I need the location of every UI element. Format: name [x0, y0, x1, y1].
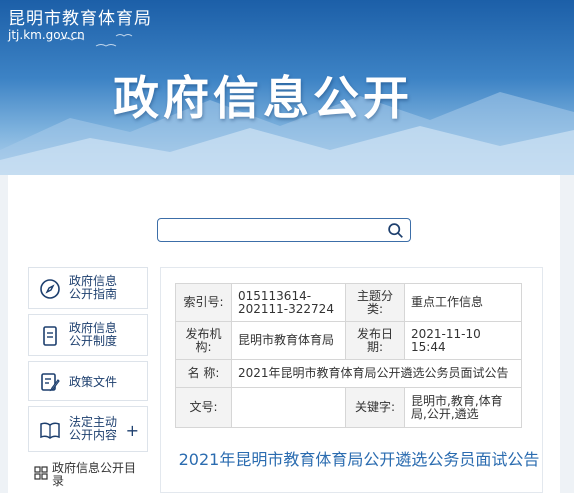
sidebar-item-mandatory-disclosure[interactable]: 法定主动公开内容 + — [28, 406, 148, 452]
sidebar-item-policy-files[interactable]: 政策文件 — [28, 361, 148, 401]
org-value: 昆明市教育体育局 — [231, 321, 346, 360]
search-icon[interactable] — [387, 222, 404, 239]
sidebar-item-catalog[interactable]: 政府信息公开目录 — [28, 456, 148, 493]
search-input[interactable] — [164, 221, 378, 241]
sidebar-item-label: 政府信息公开指南 — [69, 274, 118, 301]
subject-value: 重点工作信息 — [404, 283, 522, 322]
document-title: 2021年昆明市教育体育局公开遴选公务员面试公告 — [178, 450, 540, 469]
site-url[interactable]: jtj.km.gov.cn — [8, 28, 85, 42]
docno-value — [231, 387, 346, 428]
subject-label: 主题分类: — [345, 283, 405, 322]
sidebar-item-guide[interactable]: 政府信息公开指南 — [28, 267, 148, 309]
name-label: 名 称: — [175, 359, 232, 388]
header-banner: 昆明市教育体育局 jtj.km.gov.cn 政府信息公开 — [0, 0, 574, 175]
document-info-table: 索引号: 015113614-202111-322724 主题分类: 重点工作信… — [175, 283, 522, 428]
expand-icon[interactable]: + — [126, 421, 139, 440]
file-edit-icon — [41, 373, 60, 392]
sidebar-item-label: 法定主动公开内容 — [69, 415, 118, 442]
banner-title: 政府信息公开 — [113, 71, 413, 125]
sidebar-item-label: 政策文件 — [69, 375, 118, 389]
docno-label: 文号: — [175, 387, 232, 428]
sidebar-item-label: 政府信息公开目录 — [52, 461, 137, 488]
sidebar-item-system[interactable]: 政府信息公开制度 — [28, 314, 148, 356]
compass-icon — [40, 279, 60, 299]
book-icon — [40, 422, 60, 439]
name-value: 2021年昆明市教育体育局公开遴选公务员面试公告 — [231, 359, 522, 388]
search-box[interactable] — [157, 218, 411, 242]
date-value: 2021-11-10 15:44 — [404, 321, 522, 360]
document-icon — [43, 326, 57, 346]
sidebar-item-label: 政府信息公开制度 — [69, 321, 118, 348]
grid-icon — [34, 466, 48, 480]
keywords-label: 关键字: — [345, 387, 405, 428]
org-label: 发布机构: — [175, 321, 232, 360]
site-name[interactable]: 昆明市教育体育局 — [8, 4, 152, 29]
index-value: 015113614-202111-322724 — [231, 283, 346, 322]
index-label: 索引号: — [175, 283, 232, 322]
date-label: 发布日期: — [345, 321, 405, 360]
keywords-value: 昆明市,教育,体育局,公开,遴选 — [404, 387, 522, 428]
